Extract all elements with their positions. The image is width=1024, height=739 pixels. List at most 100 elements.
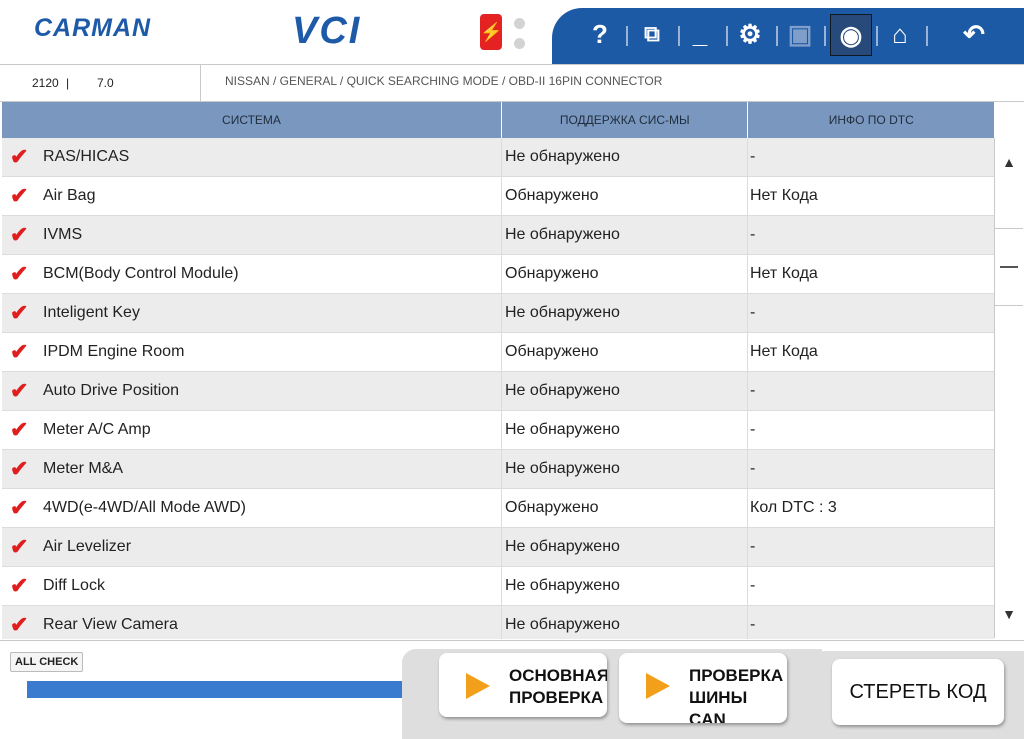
table-row[interactable]: ✔ RAS/HICAS Не обнаружено -: [2, 138, 994, 177]
support-status: Не обнаружено: [502, 216, 748, 254]
system-name: Diff Lock: [43, 577, 105, 594]
table-row[interactable]: ✔ Diff Lock Не обнаружено -: [2, 567, 994, 606]
system-name: Auto Drive Position: [43, 382, 180, 399]
column-header-support[interactable]: ПОДДЕРЖКА СИС-МЫ: [502, 102, 749, 138]
dtc-info: -: [750, 616, 756, 633]
checkbox-checked-icon[interactable]: ✔: [10, 450, 34, 488]
table-row[interactable]: ✔ Meter M&A Не обнаружено -: [2, 450, 994, 489]
toolbar-divider: [726, 26, 728, 46]
table-row[interactable]: ✔ Inteligent Key Не обнаружено -: [2, 294, 994, 333]
minimize-icon[interactable]: _: [680, 14, 720, 54]
system-table: СИСТЕМА ПОДДЕРЖКА СИС-МЫ ИНФО ПО DTC ✔ RA…: [2, 102, 994, 639]
table-row[interactable]: ✔ BCM(Body Control Module) Обнаружено Нет К…: [2, 255, 994, 294]
info-separator: |: [66, 76, 70, 90]
erase-code-button[interactable]: СТЕРЕТЬ КОД: [832, 659, 1004, 725]
dtc-info: -: [750, 382, 756, 399]
play-icon: [466, 673, 490, 699]
camera-icon[interactable]: ◉: [830, 14, 872, 56]
support-status: Не обнаружено: [502, 528, 748, 566]
table-row[interactable]: ✔ 4WD(e-4WD/All Mode AWD) Обнаружено Кол DT…: [2, 489, 994, 528]
support-status: Не обнаружено: [502, 450, 748, 488]
checkbox-checked-icon[interactable]: ✔: [10, 489, 34, 527]
scroll-thumb[interactable]: [995, 228, 1023, 306]
back-icon[interactable]: ↶: [954, 14, 994, 54]
app-title: VCI: [292, 10, 362, 52]
system-name: Air Bag: [43, 187, 96, 204]
table-scrollbar[interactable]: ▲ ▼: [994, 138, 1023, 638]
scroll-down-icon[interactable]: ▼: [995, 590, 1023, 638]
scroll-up-icon[interactable]: ▲: [995, 138, 1023, 186]
tire-can-check-button[interactable]: ПРОВЕРКА ШИНЫ CAN: [619, 653, 787, 723]
checkbox-checked-icon[interactable]: ✔: [10, 177, 34, 215]
checkbox-checked-icon[interactable]: ✔: [10, 138, 34, 176]
top-bar: CARMAN VCI ⚡ ? ⧉ _ ⚙ ▣ ◉ ⌂ ↶: [0, 0, 1024, 64]
toolbar-divider: [626, 26, 628, 46]
checkbox-checked-icon[interactable]: ✔: [10, 528, 34, 566]
table-row[interactable]: ✔ IVMS Не обнаружено -: [2, 216, 994, 255]
all-check-button[interactable]: ALL CHECK: [10, 652, 84, 672]
home-icon[interactable]: ⌂: [880, 14, 920, 54]
checkbox-checked-icon[interactable]: ✔: [10, 333, 34, 371]
breadcrumb: NISSAN / GENERAL / QUICK SEARCHING MODE …: [225, 74, 663, 88]
checkbox-checked-icon[interactable]: ✔: [10, 372, 34, 410]
support-status: Не обнаружено: [502, 411, 748, 449]
dtc-info: -: [750, 304, 756, 321]
info-bar: 2120 | 7.0 NISSAN / GENERAL / QUICK SEAR…: [0, 64, 1024, 102]
column-header-system[interactable]: СИСТЕМА: [2, 102, 502, 138]
table-row[interactable]: ✔ Air Levelizer Не обнаружено -: [2, 528, 994, 567]
tire-can-check-label: ПРОВЕРКА ШИНЫ CAN: [689, 666, 784, 723]
system-name: Inteligent Key: [43, 304, 140, 321]
bottom-panel: ALL CHECK ОСНОВНАЯ ПРОВЕРКА ПРОВЕРКА ШИН…: [0, 640, 1024, 739]
system-name: Meter A/C Amp: [43, 421, 151, 438]
dtc-info: Нет Кода: [750, 343, 818, 360]
status-dot-icon: [514, 38, 525, 49]
dtc-info: Кол DTC : 3: [750, 499, 837, 516]
main-check-label: ОСНОВНАЯ ПРОВЕРКА: [509, 666, 607, 707]
erase-area: СТЕРЕТЬ КОД: [812, 651, 1024, 739]
support-status: Обнаружено: [502, 489, 748, 527]
support-status: Обнаружено: [502, 177, 748, 215]
table-header: СИСТЕМА ПОДДЕРЖКА СИС-МЫ ИНФО ПО DTC: [2, 102, 994, 138]
table-row[interactable]: ✔ Auto Drive Position Не обнаружено -: [2, 372, 994, 411]
checkbox-checked-icon[interactable]: ✔: [10, 411, 34, 449]
action-area: ОСНОВНАЯ ПРОВЕРКА ПРОВЕРКА ШИНЫ CAN: [402, 649, 822, 739]
version-label: 7.0: [97, 76, 114, 90]
dtc-info: -: [750, 226, 756, 243]
table-row[interactable]: ✔ Rear View Camera Не обнаружено -: [2, 606, 994, 639]
save-icon[interactable]: ▣: [780, 14, 820, 54]
support-status: Не обнаружено: [502, 567, 748, 605]
system-name: IVMS: [43, 226, 83, 243]
system-name: IPDM Engine Room: [43, 343, 185, 360]
settings-icon[interactable]: ⚙: [730, 14, 770, 54]
dtc-info: -: [750, 577, 756, 594]
main-check-button[interactable]: ОСНОВНАЯ ПРОВЕРКА: [439, 653, 607, 717]
usb-icon: ⚡: [480, 14, 502, 50]
dtc-info: -: [750, 460, 756, 477]
table-row[interactable]: ✔ Meter A/C Amp Не обнаружено -: [2, 411, 994, 450]
checkbox-checked-icon[interactable]: ✔: [10, 606, 34, 639]
progress-fill: [27, 681, 427, 698]
toolbar-divider: [776, 26, 778, 46]
info-divider: [200, 65, 201, 101]
support-status: Не обнаружено: [502, 294, 748, 332]
system-name: RAS/HICAS: [43, 148, 130, 165]
toolbar-divider: [876, 26, 878, 46]
code-label: 2120: [32, 76, 59, 90]
scroll-grip-icon: [1000, 266, 1018, 268]
support-status: Обнаружено: [502, 333, 748, 371]
progress-bar: [27, 681, 427, 698]
system-name: Air Levelizer: [43, 538, 132, 555]
help-icon[interactable]: ?: [580, 14, 620, 54]
toolbar-divider: [926, 26, 928, 46]
table-row[interactable]: ✔ Air Bag Обнаружено Нет Кода: [2, 177, 994, 216]
checkbox-checked-icon[interactable]: ✔: [10, 255, 34, 293]
window-icon[interactable]: ⧉: [632, 14, 672, 54]
checkbox-checked-icon[interactable]: ✔: [10, 216, 34, 254]
checkbox-checked-icon[interactable]: ✔: [10, 294, 34, 332]
dtc-info: -: [750, 421, 756, 438]
column-header-dtc[interactable]: ИНФО ПО DTC: [748, 102, 994, 138]
system-name: BCM(Body Control Module): [43, 265, 239, 282]
toolbar-divider: [824, 26, 826, 46]
table-row[interactable]: ✔ IPDM Engine Room Обнаружено Нет Кода: [2, 333, 994, 372]
checkbox-checked-icon[interactable]: ✔: [10, 567, 34, 605]
